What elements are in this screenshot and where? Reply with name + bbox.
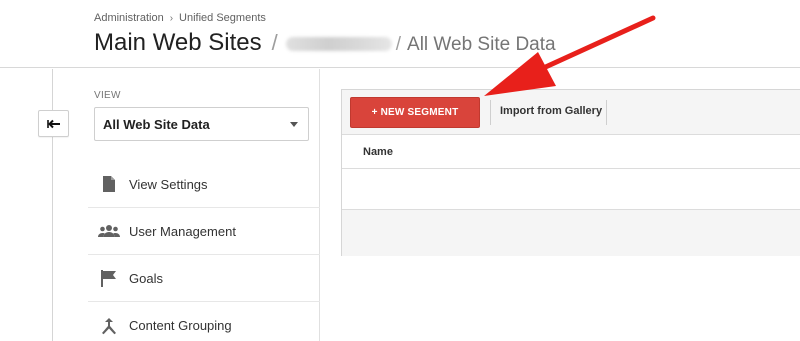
import-from-gallery-button[interactable]: Import from Gallery xyxy=(500,105,602,117)
view-selector-value: All Web Site Data xyxy=(103,116,210,132)
view-label: VIEW xyxy=(94,90,121,101)
table-footer-row xyxy=(342,210,800,256)
toolbar-divider xyxy=(606,100,607,125)
sidebar-item-content-grouping[interactable]: Content Grouping xyxy=(88,302,320,341)
breadcrumb-item-administration[interactable]: Administration xyxy=(94,12,164,24)
new-segment-button[interactable]: + NEW SEGMENT xyxy=(350,97,480,128)
sidebar-item-label: Content Grouping xyxy=(129,318,232,333)
sidebar-item-label: User Management xyxy=(129,223,236,239)
back-button[interactable] xyxy=(38,110,69,137)
view-name-title[interactable]: / All Web Site Data xyxy=(396,34,556,56)
column-header-name[interactable]: Name xyxy=(363,146,393,158)
people-icon xyxy=(88,224,129,238)
sidebar-item-label: Goals xyxy=(129,270,163,286)
sidebar-item-user-management[interactable]: User Management xyxy=(88,208,320,255)
account-name[interactable]: Main Web Sites xyxy=(94,29,262,57)
chevron-down-icon xyxy=(290,121,298,127)
view-selector[interactable]: All Web Site Data xyxy=(94,107,309,141)
segments-panel: + NEW SEGMENT Import from Gallery Name xyxy=(341,89,800,256)
breadcrumb: Administration › Unified Segments xyxy=(94,12,266,24)
flag-icon xyxy=(88,269,129,287)
table-row xyxy=(342,169,800,210)
breadcrumb-separator: › xyxy=(169,12,174,24)
table-header: Name xyxy=(342,135,800,169)
sidebar-item-view-settings[interactable]: View Settings xyxy=(88,161,320,208)
breadcrumb-item-unified-segments[interactable]: Unified Segments xyxy=(179,12,266,24)
sidebar-item-goals[interactable]: Goals xyxy=(88,255,320,302)
redacted-property-name xyxy=(285,37,392,51)
title-separator-2: / xyxy=(395,34,402,55)
content-grouping-icon xyxy=(88,317,129,335)
toolbar-divider xyxy=(490,100,491,125)
title-separator: / xyxy=(271,30,278,55)
view-name-text: All Web Site Data xyxy=(407,34,556,55)
sidebar-item-label: View Settings xyxy=(129,176,208,192)
arrow-left-icon xyxy=(46,119,60,128)
page-header: Administration › Unified Segments Main W… xyxy=(0,0,800,68)
document-icon xyxy=(88,175,129,193)
page-title: Main Web Sites / / All Web Site Data xyxy=(94,29,556,57)
segments-toolbar: + NEW SEGMENT Import from Gallery xyxy=(342,90,800,135)
